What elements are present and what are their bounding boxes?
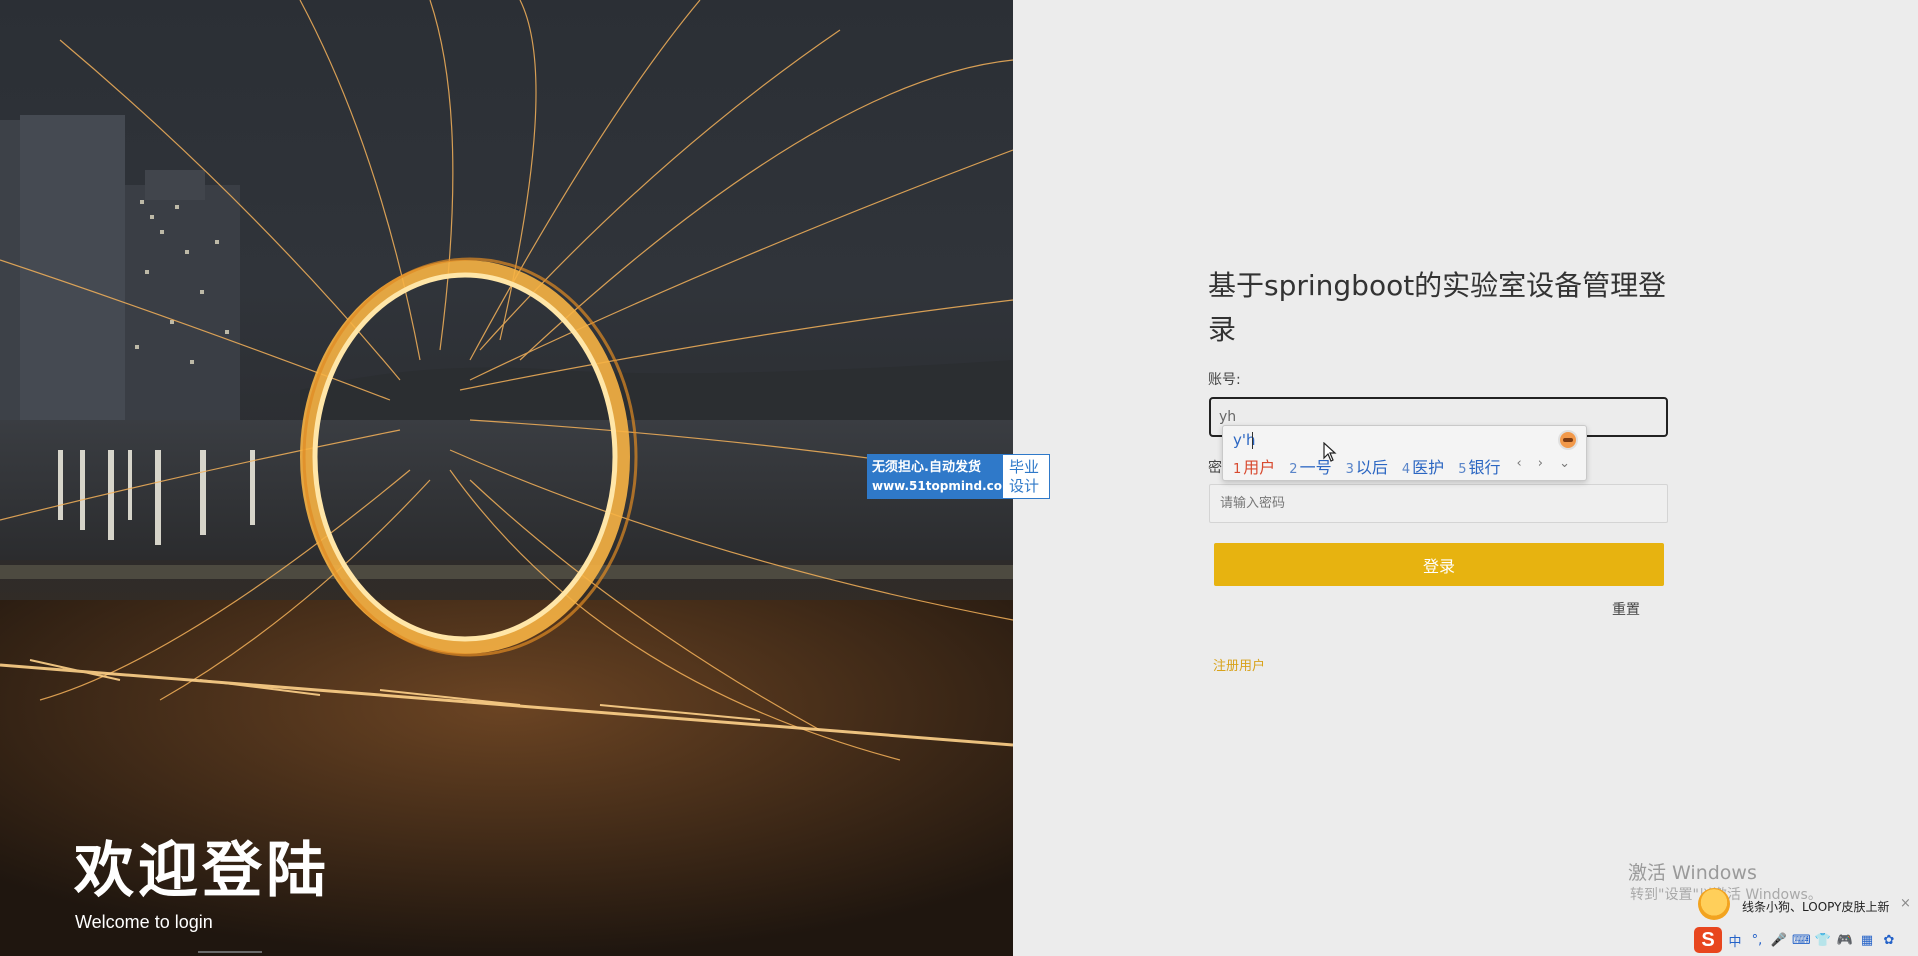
- ime-candidate-popup: y'h 1 用户 2 一号 3 以后 4 医护 5 银行 ‹ › ⌄: [1222, 425, 1587, 481]
- ime-candidate[interactable]: 3 以后: [1346, 454, 1388, 478]
- divider: [198, 951, 262, 953]
- punctuation-icon[interactable]: °,: [1748, 933, 1766, 948]
- sogou-logo-icon[interactable]: S: [1694, 927, 1722, 953]
- password-input[interactable]: [1209, 484, 1668, 523]
- ad-text-block: 无须担心.自动发货 www.51topmind.com: [868, 455, 1015, 498]
- settings-flower-icon[interactable]: ✿: [1880, 933, 1898, 948]
- ime-skin-icon[interactable]: [1558, 430, 1578, 450]
- ime-candidate[interactable]: 4 医护: [1402, 454, 1444, 478]
- ad-badge[interactable]: 无须担心.自动发货 www.51topmind.com 毕业设计: [867, 454, 1050, 499]
- ime-candidate-list: 1 用户 2 一号 3 以后 4 医护 5 银行: [1233, 454, 1500, 478]
- welcome-title: 欢迎登陆: [74, 836, 330, 906]
- ad-side-label: 毕业设计: [1009, 458, 1040, 495]
- sun-mascot-icon: [1698, 888, 1730, 920]
- hero-image: 欢迎登陆 Welcome to login: [0, 0, 1013, 956]
- ime-skin-toast[interactable]: 线条小狗、LOOPY皮肤上新 ×: [1694, 888, 1918, 922]
- chinese-mode-icon[interactable]: 中: [1726, 931, 1744, 950]
- microphone-icon[interactable]: 🎤: [1770, 933, 1788, 948]
- welcome-subtitle: Welcome to login: [75, 912, 213, 932]
- steel-wool-photo: [0, 0, 1013, 956]
- login-button[interactable]: 登录: [1214, 543, 1664, 586]
- ad-url: www.51topmind.com: [872, 479, 1015, 493]
- grid-menu-icon[interactable]: ▦: [1858, 933, 1876, 948]
- account-label: 账号:: [1208, 372, 1241, 388]
- ime-toolbar: S 中 °, 🎤 ⌨ 👕 🎮 ▦ ✿: [1694, 926, 1918, 954]
- ad-slogan: 无须担心.自动发货: [872, 460, 981, 475]
- register-link[interactable]: 注册用户: [1213, 655, 1265, 674]
- toast-text: 线条小狗、LOOPY皮肤上新: [1742, 900, 1890, 914]
- game-icon[interactable]: 🎮: [1836, 933, 1854, 948]
- reset-button[interactable]: 重置: [1612, 599, 1640, 619]
- activate-windows-title: 激活 Windows: [1628, 862, 1757, 884]
- ime-page-nav[interactable]: ‹ › ⌄: [1516, 456, 1576, 471]
- close-icon[interactable]: ×: [1900, 896, 1911, 911]
- keyboard-icon[interactable]: ⌨: [1792, 933, 1811, 948]
- ime-candidate[interactable]: 5 银行: [1458, 454, 1500, 478]
- skin-icon[interactable]: 👕: [1814, 933, 1832, 948]
- text-caret: [1252, 432, 1253, 449]
- mouse-cursor-icon: [1323, 442, 1337, 462]
- login-title: 基于springboot的实验室设备管理登录: [1208, 269, 1667, 346]
- ime-candidate[interactable]: 1 用户: [1233, 454, 1275, 478]
